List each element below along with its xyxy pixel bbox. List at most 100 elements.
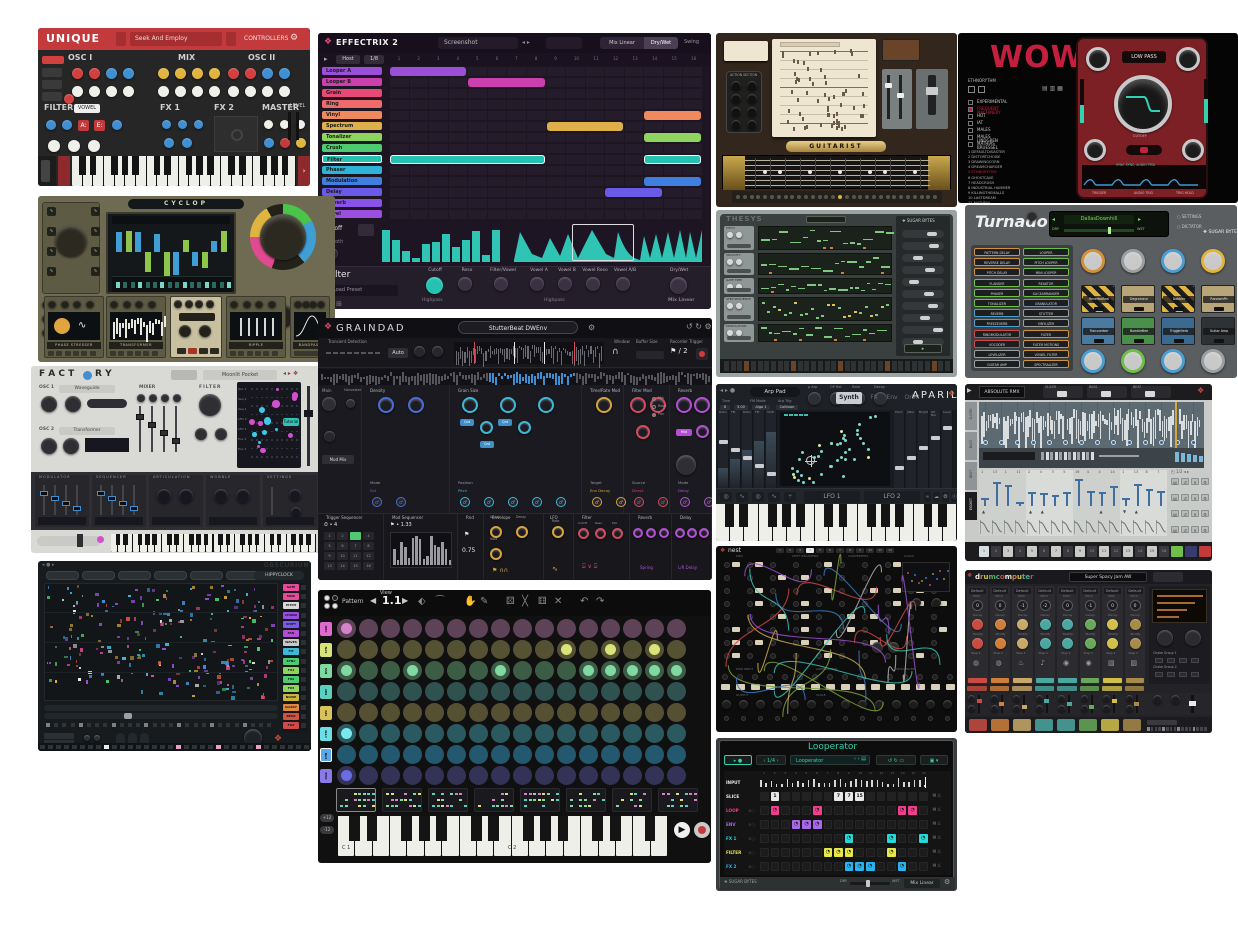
black-key[interactable] [79,156,86,175]
grid-cell[interactable] [429,199,448,208]
jack[interactable] [860,716,865,721]
icon-a[interactable] [968,86,975,93]
grid-cell[interactable] [468,188,487,197]
pitch-stem[interactable] [996,482,998,506]
mini-step[interactable] [1193,727,1196,731]
grid-cell[interactable] [547,144,566,153]
dice-small-icon[interactable]: ⚄ [506,596,515,607]
knob[interactable] [199,325,211,337]
step-circle[interactable] [337,724,356,743]
fx-cell[interactable] [760,806,769,815]
fx-select-button[interactable]: VOWEL FILTER [1023,350,1069,358]
grid-cell[interactable] [644,100,663,109]
jack[interactable] [827,674,833,680]
pitch-stem[interactable] [1019,502,1021,506]
strip-cell[interactable] [112,745,117,749]
fx-cell[interactable]: ◔ [813,806,822,815]
step-circle[interactable] [513,640,532,659]
grid-cell[interactable] [527,188,546,197]
preset-display[interactable]: Screenshot [438,37,518,49]
jack[interactable] [857,674,863,680]
black-key[interactable] [523,816,534,841]
grid-cell[interactable] [644,122,663,131]
module-button[interactable] [73,351,79,356]
fx-cell[interactable]: ◔ [908,806,917,815]
pattern-block[interactable] [644,155,701,164]
piano-step[interactable] [945,361,950,371]
preset-display[interactable]: Moonlit Pocket [203,370,277,380]
mini-step[interactable] [1174,727,1177,731]
slice-cell[interactable]: 1 [771,792,780,801]
led[interactable] [886,195,890,199]
grid-cell[interactable] [683,67,702,76]
step-circle[interactable] [381,640,400,659]
osc-knob[interactable] [245,86,256,97]
param-row[interactable]: GATE [283,584,307,592]
trigger-cell[interactable]: 11 [350,552,361,560]
step-circle[interactable] [513,724,532,743]
record-button[interactable] [694,822,710,838]
jack[interactable] [839,653,845,659]
fx-cell[interactable] [919,820,928,829]
mod-source-icon[interactable]: ♂ [532,497,542,507]
slice-marker[interactable] [983,440,988,445]
switch[interactable] [721,684,730,690]
step-circle[interactable] [359,682,378,701]
grid-cell[interactable] [449,210,468,219]
fx-slot-tile[interactable]: Guitar Amp [1201,317,1235,345]
step-button[interactable]: 16 [1159,546,1169,557]
range-handle[interactable] [124,713,132,719]
slice-cell[interactable]: 15 [855,792,864,801]
drywet-knob[interactable] [670,277,687,294]
grid-cell[interactable] [605,78,624,87]
grid-cell[interactable] [625,78,644,87]
osc-knob[interactable] [89,86,100,97]
trigger-mode-label[interactable]: TRIG HOLD [1176,192,1194,196]
tab-synth[interactable]: Synth [836,392,862,404]
step-led[interactable] [251,723,255,727]
column-knob[interactable] [694,397,710,413]
fx-cell[interactable]: ◔ [887,834,896,843]
strip-cell[interactable] [40,745,45,749]
trigger-cell[interactable]: 2 [337,532,348,540]
led[interactable] [892,195,896,199]
mini-step[interactable] [1155,727,1158,731]
param-row[interactable]: SHIFT [283,621,307,629]
grid-cell[interactable] [644,78,663,87]
lane-screen[interactable] [758,297,892,321]
mod-source-icon[interactable]: ♂ [680,497,690,507]
fx-row-button[interactable]: Delay [322,188,382,196]
piano-step[interactable] [838,361,843,371]
mod-source-icon[interactable]: ♂ [634,497,644,507]
fx-knob-top[interactable] [1161,249,1185,273]
nav-icons[interactable]: ◂ ▸ ● [720,388,735,395]
osc-knob[interactable] [158,86,169,97]
osc-knob[interactable] [123,68,134,79]
jack[interactable] [747,575,753,581]
piano-step[interactable] [818,361,823,371]
jack[interactable] [843,716,848,721]
harvester-knob[interactable] [346,399,355,408]
module-button[interactable] [110,351,116,356]
step-circle[interactable] [601,619,620,638]
led[interactable] [913,195,917,199]
fx-row-button[interactable]: Modulation [322,177,382,185]
grid-cell[interactable] [429,210,448,219]
step-led[interactable] [128,723,132,727]
jack[interactable] [793,653,799,659]
fx-select-button[interactable]: PITCH DELAY [974,268,1020,276]
piano-step[interactable] [778,361,783,371]
fx-cell[interactable] [908,848,917,857]
panel-control[interactable] [902,302,944,310]
filter-knob[interactable] [494,277,508,291]
drywet-slider[interactable] [1064,229,1134,232]
fx-cell[interactable] [834,820,843,829]
edit-button[interactable]: ↺ [1181,478,1189,485]
decay-knob[interactable] [972,619,983,630]
fx-cell[interactable] [877,834,886,843]
delay-knob[interactable] [687,528,697,538]
step-circle[interactable] [667,619,686,638]
channel-color-bar[interactable] [1126,678,1145,683]
jack[interactable] [770,653,776,659]
category-checkbox[interactable] [968,135,973,140]
